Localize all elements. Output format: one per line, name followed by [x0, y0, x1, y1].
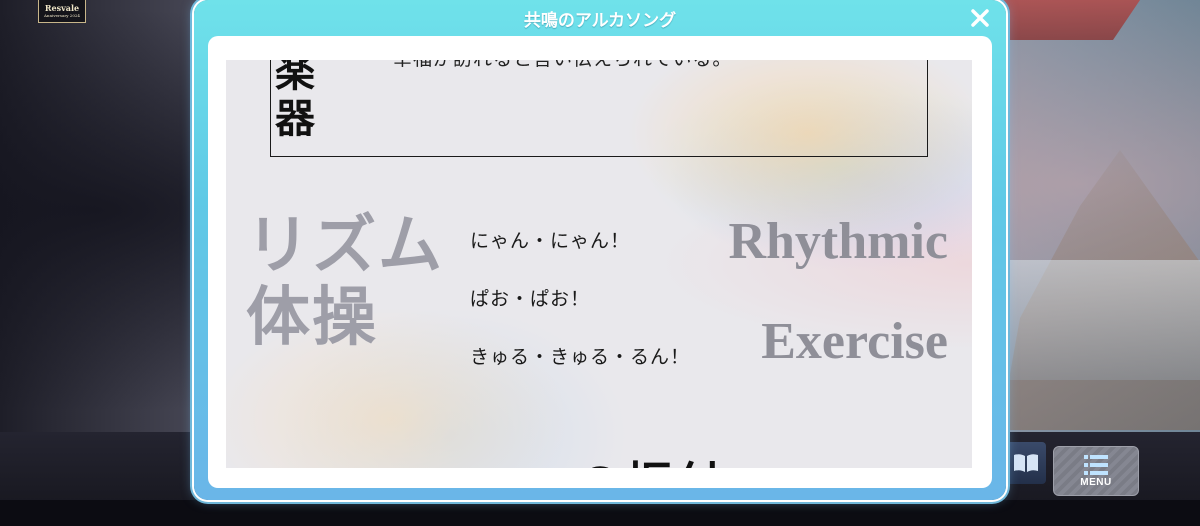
chant-line: きゅる・きゅる・るん！: [470, 346, 691, 368]
section-title-japanese: リズム 体操: [246, 210, 456, 354]
menu-button[interactable]: MENU: [1053, 446, 1139, 496]
logo-title: Resvale: [44, 3, 80, 13]
chant-line: ぱお・ぱお！: [470, 288, 591, 310]
logo-subtitle: Anniversary 2024: [44, 13, 80, 18]
menu-label: MENU: [1080, 477, 1112, 488]
info-box-heading-char: 器: [275, 95, 315, 142]
close-icon: [971, 9, 989, 27]
song-dialog: 共鳴のアルカソング 楽 器 幸福が訪れると言い伝えられている。 リズム 体操 に…: [194, 0, 1006, 500]
game-logo: Resvale Anniversary 2024: [38, 0, 86, 23]
section-title-line: 体操: [246, 280, 378, 355]
info-box-heading: 楽 器: [275, 60, 331, 142]
bottom-hud-strip: [0, 500, 1200, 526]
dialog-content-area: 楽 器 幸福が訪れると言い伝えられている。 リズム 体操 にゃん・にゃん！ ぱお…: [208, 36, 992, 488]
book-icon: [1014, 454, 1038, 472]
instrument-info-box: 楽 器 幸福が訪れると言い伝えられている。: [270, 60, 928, 157]
background-town: [990, 260, 1200, 380]
section-title-english: Exercise: [761, 313, 948, 370]
section-title-line: リズム: [246, 208, 444, 283]
close-button[interactable]: [968, 6, 992, 30]
info-box-heading-char: 楽: [275, 60, 315, 96]
section-title-english: Rhythmic: [728, 213, 948, 270]
info-box-text: 幸福が訪れると言い伝えられている。: [393, 60, 732, 71]
next-section-heading: の振付: [576, 448, 726, 468]
list-icon: [1084, 455, 1108, 475]
lyrics-page[interactable]: 楽 器 幸福が訪れると言い伝えられている。 リズム 体操 にゃん・にゃん！ ぱお…: [226, 60, 972, 468]
chant-line: にゃん・にゃん！: [470, 230, 631, 252]
book-button[interactable]: [1006, 442, 1046, 484]
dialog-title: 共鳴のアルカソング: [523, 11, 677, 31]
